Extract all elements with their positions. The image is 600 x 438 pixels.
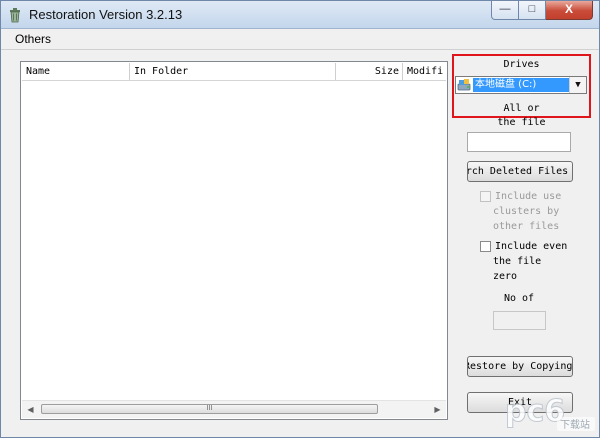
- count-label: No of: [503, 293, 535, 304]
- maximize-button[interactable]: □: [519, 1, 546, 20]
- close-button[interactable]: X: [546, 1, 593, 20]
- filter-label-line2: the file: [497, 117, 546, 128]
- search-deleted-files-button[interactable]: Search Deleted Files: [467, 161, 573, 182]
- scroll-right-icon[interactable]: ▶: [429, 401, 446, 418]
- include-zero-line1: Include even: [495, 241, 568, 252]
- include-zero-checkbox[interactable]: [480, 241, 491, 252]
- column-modified[interactable]: Modifi: [403, 63, 448, 80]
- drive-select[interactable]: 本地磁盘 (C:) ▼: [455, 76, 587, 94]
- watermark-text: 下载站: [560, 418, 590, 431]
- filter-input[interactable]: [467, 132, 571, 152]
- restore-by-copying-button[interactable]: Restore by Copying: [467, 356, 573, 377]
- restore-button-label: Restore by Copying: [467, 361, 573, 372]
- main-window: Restoration Version 3.2.13 — □ X Others …: [0, 0, 600, 438]
- pc6-watermark: pc6 下载站: [501, 387, 597, 433]
- scroll-thumb[interactable]: III: [41, 404, 378, 414]
- menu-others[interactable]: Others: [15, 32, 51, 46]
- title-bar[interactable]: Restoration Version 3.2.13 — □ X: [1, 1, 599, 29]
- window-title: Restoration Version 3.2.13: [29, 7, 183, 22]
- list-header: Name In Folder Size Modifi: [22, 63, 446, 81]
- include-clusters-line1: Include use: [495, 191, 562, 202]
- include-clusters-checkbox[interactable]: [480, 191, 491, 202]
- menu-bar: Others: [1, 29, 599, 50]
- svg-text:pc6: pc6: [505, 394, 565, 429]
- scroll-left-icon[interactable]: ◀: [22, 401, 39, 418]
- column-name[interactable]: Name: [22, 63, 130, 80]
- minimize-button[interactable]: —: [491, 1, 519, 20]
- pc6-logo-icon: pc6 下载站: [505, 394, 595, 431]
- chevron-down-icon[interactable]: ▼: [569, 77, 586, 93]
- filter-label-line1: All or: [503, 103, 540, 114]
- column-in-folder[interactable]: In Folder: [130, 63, 336, 80]
- selected-drive: 本地磁盘 (C:): [473, 78, 569, 92]
- hard-drive-icon: [457, 79, 471, 91]
- include-zero-line2: the file: [493, 256, 542, 267]
- recycle-bin-icon: [10, 8, 20, 23]
- include-zero-line3: zero: [493, 271, 518, 282]
- include-clusters-line2: clusters by: [493, 206, 560, 217]
- search-button-label: Search Deleted Files: [467, 166, 569, 177]
- count-field: [493, 311, 546, 330]
- drives-label: Drives: [503, 59, 540, 70]
- horizontal-scrollbar[interactable]: ◀ III ▶: [22, 400, 446, 418]
- column-size[interactable]: Size: [336, 63, 403, 80]
- include-clusters-line3: other files: [493, 221, 560, 232]
- deleted-files-list[interactable]: Name In Folder Size Modifi ◀ III ▶: [20, 61, 448, 420]
